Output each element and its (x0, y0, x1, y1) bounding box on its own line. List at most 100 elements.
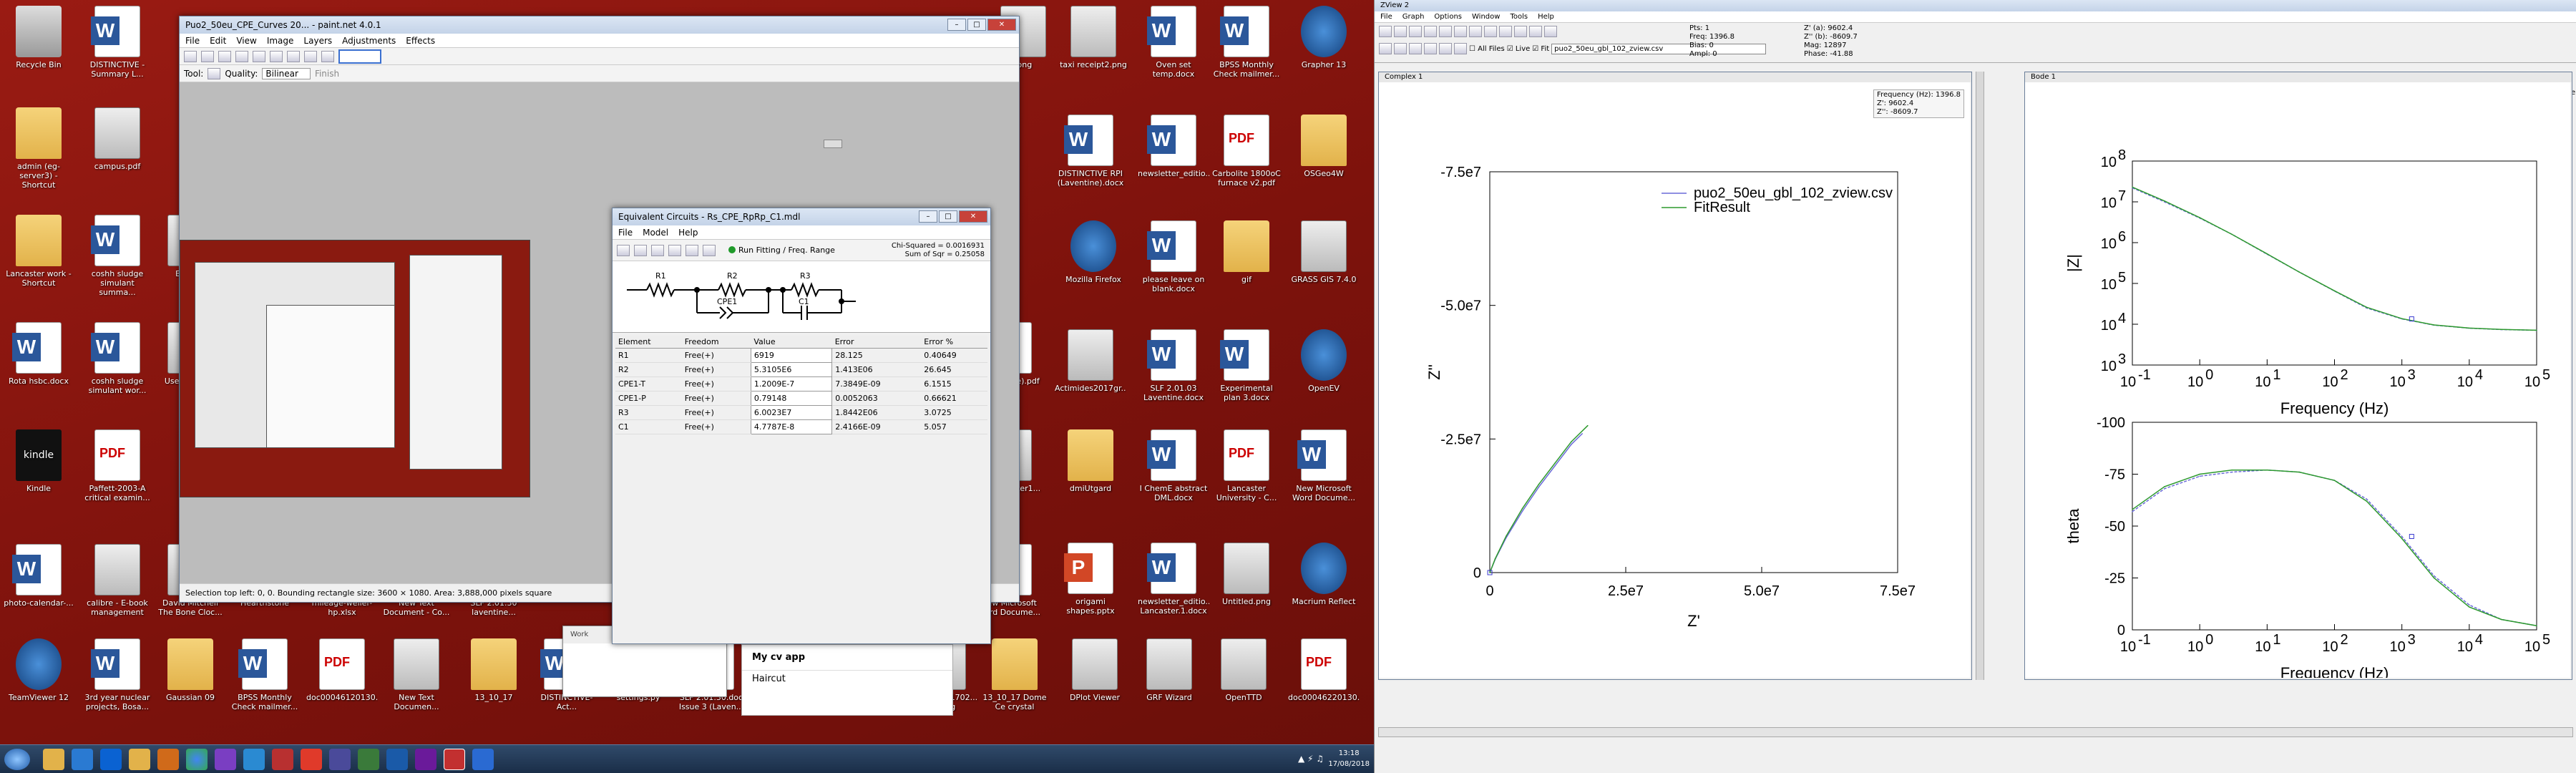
work-item-haircut[interactable]: Haircut (742, 670, 952, 687)
cell-freedom[interactable]: Free(+) (681, 362, 751, 377)
cell-value[interactable]: 5.3105E6 (750, 362, 833, 377)
zoom-fit-icon[interactable] (1484, 26, 1497, 37)
paste-icon[interactable] (703, 244, 716, 256)
save-icon[interactable] (218, 50, 231, 62)
desktop-icon[interactable]: New Text Documen... (381, 638, 452, 711)
paint-titlebar[interactable]: Puo2_50eu_CPE_Curves 20... - paint.net 4… (180, 16, 1019, 34)
menu-tools[interactable]: Tools (1510, 11, 1528, 22)
copy-icon[interactable] (686, 244, 698, 256)
desktop-icon[interactable]: Oven set temp.docx (1138, 6, 1209, 79)
chart-icon[interactable] (1439, 26, 1452, 37)
finish-button[interactable]: Finish (315, 69, 339, 79)
next-icon[interactable] (1394, 43, 1407, 54)
taskbar-chrome-icon[interactable] (186, 749, 208, 770)
table-row[interactable]: C1 Free(+) 4.7787E-8 2.4166E-09 5.057 (615, 419, 987, 434)
desktop-icon[interactable]: BPSS Monthly Check mailmer... (229, 638, 301, 711)
canvas-image[interactable] (180, 240, 530, 497)
settings-icon[interactable] (1544, 26, 1557, 37)
desktop-icon[interactable]: 13_10_17 Dome Ce crystal (979, 638, 1050, 711)
cell-value[interactable]: 1.2009E-7 (750, 376, 833, 392)
desktop-icon[interactable]: SLF 2.01.03 Laventine.docx (1138, 329, 1209, 402)
menu-image[interactable]: Image (267, 34, 294, 47)
menu-help[interactable]: Help (1538, 11, 1554, 22)
desktop-icon[interactable]: Mozilla Firefox (1058, 220, 1129, 284)
cell-value[interactable]: 6919 (750, 348, 833, 363)
equiv-titlebar[interactable]: Equivalent Circuits - Rs_CPE_RpRp_C1.mdl… (613, 208, 990, 225)
desktop-icon[interactable]: Recycle Bin (3, 6, 74, 69)
desktop-icon[interactable]: Gaussian 09 (155, 638, 226, 702)
cell-value[interactable]: 0.79148 (750, 391, 833, 406)
desktop-icon[interactable]: OpenEV (1288, 329, 1360, 393)
desktop-icon[interactable]: 3rd year nuclear projects, Bosa... (82, 638, 153, 711)
taskbar-app-icon[interactable] (243, 749, 265, 770)
last-icon[interactable] (1424, 43, 1437, 54)
print-icon[interactable] (235, 50, 248, 62)
start-button[interactable] (4, 749, 30, 770)
taskbar-app-icon[interactable] (272, 749, 293, 770)
save-as-icon[interactable] (651, 244, 664, 256)
cell-freedom[interactable]: Free(+) (681, 419, 751, 434)
cell-freedom[interactable]: Free(+) (681, 376, 751, 392)
menu-window[interactable]: Window (1472, 11, 1500, 22)
menu-edit[interactable]: Edit (210, 34, 226, 47)
splitter[interactable] (1976, 72, 1984, 680)
redo-icon[interactable] (321, 50, 334, 62)
zview-titlebar[interactable]: ZView 2 (1375, 0, 2576, 11)
minimize-button[interactable]: – (947, 19, 966, 31)
close-button[interactable]: ✕ (987, 19, 1016, 31)
desktop-icon[interactable]: origami shapes.pptx (1055, 543, 1126, 616)
print-icon[interactable] (668, 244, 681, 256)
desktop-icon[interactable]: Macrium Reflect (1288, 543, 1360, 606)
clock[interactable]: 13:18 17/08/2018 (1328, 748, 1370, 769)
cell-freedom[interactable]: Free(+) (681, 405, 751, 420)
desktop-icon[interactable]: 13_10_17 (458, 638, 530, 702)
desktop-icon[interactable]: photo-calendar-... (3, 544, 74, 608)
complex-plot[interactable]: 0 2.5e7 5.0e7 7.5e7 -7.5e7 -5.0e7 -2.5e7 0 Z' Z''… (1379, 82, 1970, 678)
desktop-icon[interactable]: BPSS Monthly Check mailmer... (1211, 6, 1282, 79)
menu-file[interactable]: File (185, 34, 200, 47)
taskbar-app-icon[interactable] (415, 749, 436, 770)
desktop-icon[interactable]: doc00046120130... (306, 638, 378, 702)
desktop-icon[interactable]: dmiUtgard (1055, 429, 1126, 493)
table-row[interactable]: R2 Free(+) 5.3105E6 1.413E06 26.645 (615, 362, 987, 377)
desktop-icon[interactable]: Experimental plan 3.docx (1211, 329, 1282, 402)
desktop-icon[interactable]: please leave on blank.docx (1138, 220, 1209, 293)
desktop-icon[interactable]: Paffett-2003-A critical examin... (82, 429, 153, 502)
live-checkbox[interactable]: ☑ Live (1507, 45, 1531, 53)
cell-freedom[interactable]: Free(+) (681, 391, 751, 406)
menu-graph[interactable]: Graph (1402, 11, 1425, 22)
cell-freedom[interactable]: Free(+) (681, 348, 751, 363)
close-button[interactable]: ✕ (959, 210, 987, 223)
cut-icon[interactable] (253, 50, 265, 62)
cell-value[interactable]: 6.0023E7 (750, 405, 833, 420)
desktop-icon[interactable]: OpenTTD (1208, 638, 1279, 702)
zoom-in-icon[interactable] (1454, 26, 1467, 37)
open-icon[interactable] (617, 244, 630, 256)
cursor-icon[interactable] (1514, 26, 1527, 37)
desktop-icon[interactable]: Grapher 13 (1288, 6, 1360, 69)
complex-titlebar[interactable]: Complex 1 (1379, 72, 1971, 82)
menu-view[interactable]: View (236, 34, 256, 47)
save-icon[interactable] (634, 244, 647, 256)
taskbar-app-icon[interactable] (472, 749, 494, 770)
minimize-button[interactable]: – (919, 210, 937, 223)
desktop-icon[interactable]: DPlot Viewer (1059, 638, 1131, 702)
menu-effects[interactable]: Effects (406, 34, 435, 47)
desktop-icon[interactable]: Lancaster work - Shortcut (3, 215, 74, 288)
new-icon[interactable] (184, 50, 197, 62)
desktop-icon[interactable]: gif (1211, 220, 1282, 284)
image-thumbnail[interactable] (338, 49, 381, 64)
zoom-icon[interactable] (1499, 26, 1512, 37)
desktop-icon[interactable]: Actimides2017gr... (1055, 329, 1126, 393)
save-icon[interactable] (1394, 26, 1407, 37)
undo-icon[interactable] (304, 50, 317, 62)
circuit-diagram[interactable]: R1 R2 CPE1 R3 C1 (613, 261, 990, 333)
maximize-button[interactable]: □ (939, 210, 957, 223)
work-item-cv-app[interactable]: My cv app (742, 645, 952, 670)
table-row[interactable]: CPE1-T Free(+) 1.2009E-7 7.3849E-09 6.1515 (615, 376, 987, 392)
move-selection-icon[interactable] (208, 67, 221, 79)
desktop-icon[interactable]: kindle Kindle (3, 429, 74, 493)
menu-layers[interactable]: Layers (303, 34, 332, 47)
menu-file[interactable]: File (618, 225, 633, 239)
fit-icon[interactable] (1529, 26, 1542, 37)
